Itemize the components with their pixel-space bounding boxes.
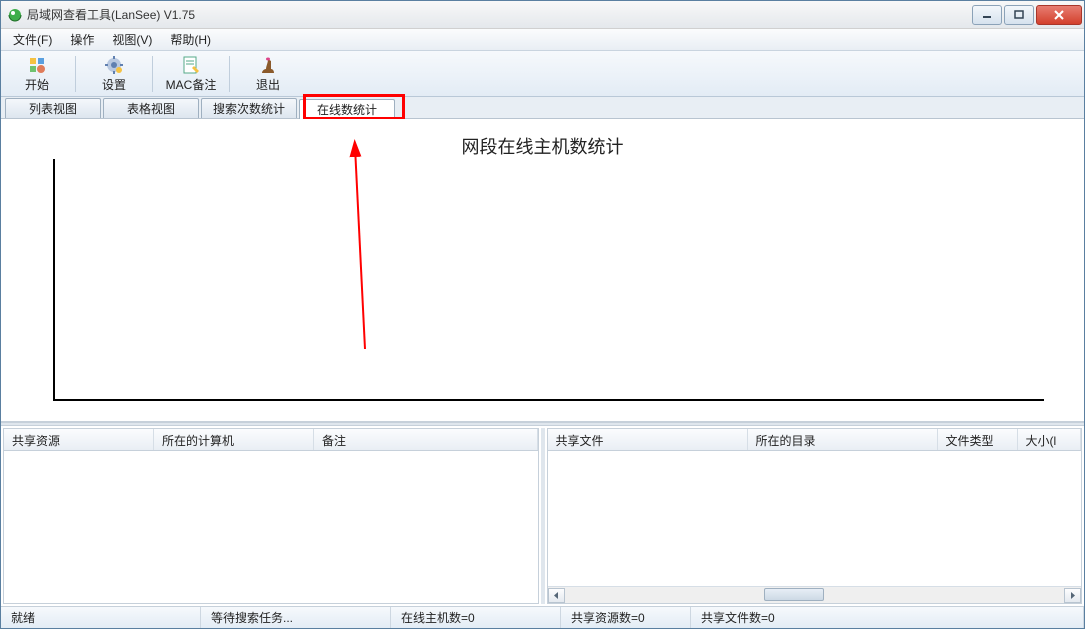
col-size[interactable]: 大小(l (1018, 429, 1082, 450)
col-shared-resource[interactable]: 共享资源 (4, 429, 154, 450)
toolbar-settings-label: 设置 (102, 76, 126, 93)
toolbar-exit-label: 退出 (256, 76, 280, 93)
status-hosts: 在线主机数=0 (391, 607, 561, 628)
status-resources: 共享资源数=0 (561, 607, 691, 628)
shared-files-pane: 共享文件 所在的目录 文件类型 大小(l (547, 428, 1083, 604)
gear-icon (104, 55, 124, 75)
toolbar-settings-button[interactable]: 设置 (84, 53, 144, 95)
status-ready: 就绪 (1, 607, 201, 628)
close-button[interactable] (1036, 5, 1082, 25)
toolbar: 开始 设置 MAC备注 退出 (1, 51, 1084, 97)
left-pane-body[interactable] (4, 451, 538, 603)
toolbar-separator (75, 56, 76, 92)
tab-search-stats[interactable]: 搜索次数统计 (201, 98, 297, 118)
minimize-button[interactable] (972, 5, 1002, 25)
status-files: 共享文件数=0 (691, 607, 1084, 628)
vertical-splitter[interactable] (541, 428, 545, 604)
app-icon (7, 7, 23, 23)
toolbar-mac-note-label: MAC备注 (166, 76, 217, 93)
horizontal-scrollbar[interactable] (548, 586, 1082, 603)
tab-table-view[interactable]: 表格视图 (103, 98, 199, 118)
tab-row: 列表视图 表格视图 搜索次数统计 在线数统计 (1, 97, 1084, 119)
col-shared-file[interactable]: 共享文件 (548, 429, 748, 450)
right-pane-body[interactable] (548, 451, 1082, 586)
toolbar-separator (152, 56, 153, 92)
toolbar-start-button[interactable]: 开始 (7, 53, 67, 95)
toolbar-start-label: 开始 (25, 76, 49, 93)
chart-axes (53, 159, 1044, 401)
left-column-headers: 共享资源 所在的计算机 备注 (4, 429, 538, 451)
menu-operate[interactable]: 操作 (62, 29, 102, 50)
chart-pane: 网段在线主机数统计 (1, 119, 1084, 422)
col-directory[interactable]: 所在的目录 (748, 429, 938, 450)
app-window: 局域网查看工具(LanSee) V1.75 文件(F) 操作 视图(V) 帮助(… (0, 0, 1085, 629)
maximize-button[interactable] (1004, 5, 1034, 25)
scroll-track[interactable] (565, 588, 1065, 603)
scroll-right-button[interactable] (1064, 588, 1081, 603)
note-icon (181, 55, 201, 75)
right-column-headers: 共享文件 所在的目录 文件类型 大小(l (548, 429, 1082, 451)
bottom-panes: 共享资源 所在的计算机 备注 共享文件 所在的目录 文件类型 大小(l (1, 426, 1084, 606)
scroll-thumb[interactable] (764, 588, 824, 601)
status-waiting: 等待搜索任务... (201, 607, 391, 628)
shared-resources-pane: 共享资源 所在的计算机 备注 (3, 428, 539, 604)
menubar: 文件(F) 操作 视图(V) 帮助(H) (1, 29, 1084, 51)
chart-y-axis (53, 159, 55, 401)
menu-help[interactable]: 帮助(H) (162, 29, 219, 50)
start-icon (27, 55, 47, 75)
chart-x-axis (53, 399, 1044, 401)
main-area: 网段在线主机数统计 共享资源 所在的计算机 备注 (1, 119, 1084, 606)
col-note[interactable]: 备注 (314, 429, 538, 450)
tab-list-view[interactable]: 列表视图 (5, 98, 101, 118)
menu-view[interactable]: 视图(V) (104, 29, 160, 50)
statusbar: 就绪 等待搜索任务... 在线主机数=0 共享资源数=0 共享文件数=0 (1, 606, 1084, 628)
toolbar-exit-button[interactable]: 退出 (238, 53, 298, 95)
col-computer[interactable]: 所在的计算机 (154, 429, 314, 450)
toolbar-separator (229, 56, 230, 92)
exit-icon (258, 55, 278, 75)
chart-title: 网段在线主机数统计 (1, 133, 1084, 159)
scroll-left-button[interactable] (548, 588, 565, 603)
toolbar-mac-note-button[interactable]: MAC备注 (161, 53, 221, 95)
window-controls (972, 5, 1082, 25)
tab-online-stats[interactable]: 在线数统计 (299, 99, 395, 119)
col-file-type[interactable]: 文件类型 (938, 429, 1018, 450)
window-title: 局域网查看工具(LanSee) V1.75 (27, 6, 972, 23)
menu-file[interactable]: 文件(F) (5, 29, 60, 50)
titlebar: 局域网查看工具(LanSee) V1.75 (1, 1, 1084, 29)
